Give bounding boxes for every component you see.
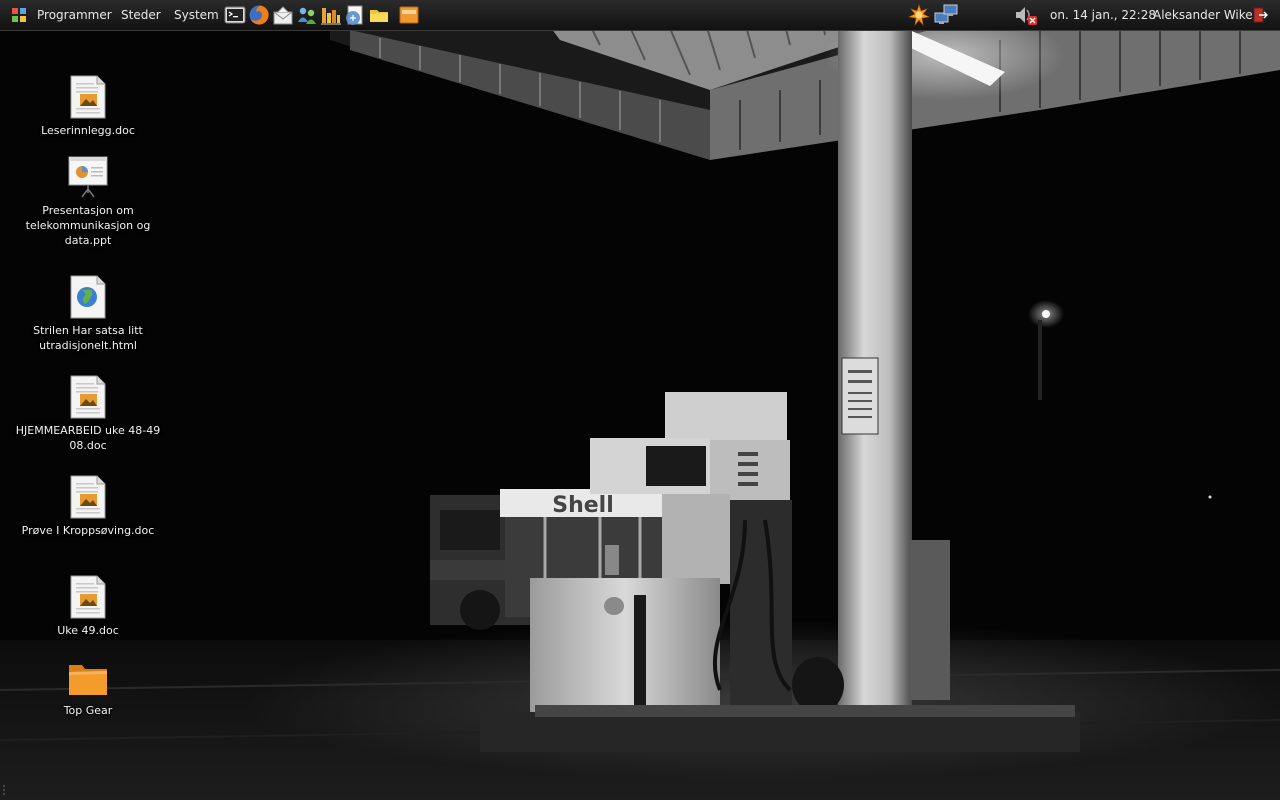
folder-icon	[68, 655, 108, 699]
desktop-icon-label: Top Gear	[63, 704, 113, 717]
terminal-icon[interactable]	[224, 4, 246, 26]
desktop-icon-label: Strilen Har satsa litt utradisjonelt.htm…	[33, 324, 143, 352]
firefox-icon[interactable]	[248, 4, 270, 26]
system-monitor-icon[interactable]	[320, 4, 342, 26]
writer-icon[interactable]	[344, 4, 366, 26]
desktop-wallpaper: Shell	[0, 0, 1280, 800]
logout-icon[interactable]	[1252, 7, 1269, 23]
panel-clock[interactable]: on. 14 jan., 22:28	[1050, 7, 1156, 23]
presentation-icon[interactable]	[398, 4, 420, 26]
document-icon	[68, 575, 108, 619]
presentation-file-icon	[68, 155, 108, 199]
menu-steder[interactable]: Steder	[121, 7, 161, 23]
document-icon	[68, 375, 108, 419]
panel-handle[interactable]	[2, 781, 6, 795]
main-menu-icon[interactable]	[11, 7, 27, 23]
top-panel: Programmer Steder System on. 14 jan., 22…	[0, 0, 1280, 31]
desktop-icon-label: Uke 49.doc	[57, 624, 119, 637]
desktop-icon-strilen[interactable]: Strilen Har satsa litt utradisjonelt.htm…	[13, 275, 163, 353]
svg-text:Shell: Shell	[552, 493, 614, 518]
document-icon	[68, 475, 108, 519]
mail-icon[interactable]	[272, 4, 294, 26]
desktop-icon-label: HJEMMEARBEID uke 48-49 08.doc	[15, 424, 161, 452]
desktop-icon-top-gear[interactable]: Top Gear	[13, 655, 163, 718]
menu-system[interactable]: System	[174, 7, 219, 23]
html-file-icon	[68, 275, 108, 319]
volume-muted-icon[interactable]	[1013, 3, 1037, 27]
desktop-icon-hjemmearbeid[interactable]: HJEMMEARBEID uke 48-49 08.doc	[13, 375, 163, 453]
desktop-icon-label: Prøve I Kroppsøving.doc	[21, 524, 155, 537]
desktop-icon-label: Presentasjon om telekommunikasjon og dat…	[25, 204, 151, 247]
document-icon	[68, 75, 108, 119]
menu-programmer[interactable]: Programmer	[37, 7, 112, 23]
folder-icon[interactable]	[368, 4, 390, 26]
desktop-icon-label: Leserinnlegg.doc	[41, 124, 135, 137]
desktop-icon-uke-49[interactable]: Uke 49.doc	[13, 575, 163, 638]
desktop-icon-prove-kroppsoving[interactable]: Prøve I Kroppsøving.doc	[13, 475, 163, 538]
desktop-icon-presentasjon[interactable]: Presentasjon om telekommunikasjon og dat…	[13, 155, 163, 248]
desktop-icon-leserinnlegg[interactable]: Leserinnlegg.doc	[13, 75, 163, 138]
update-notifier-icon[interactable]	[907, 3, 931, 27]
messenger-icon[interactable]	[296, 4, 318, 26]
network-icon[interactable]	[934, 3, 958, 27]
user-switcher[interactable]: Aleksander Wiken	[1153, 7, 1260, 23]
